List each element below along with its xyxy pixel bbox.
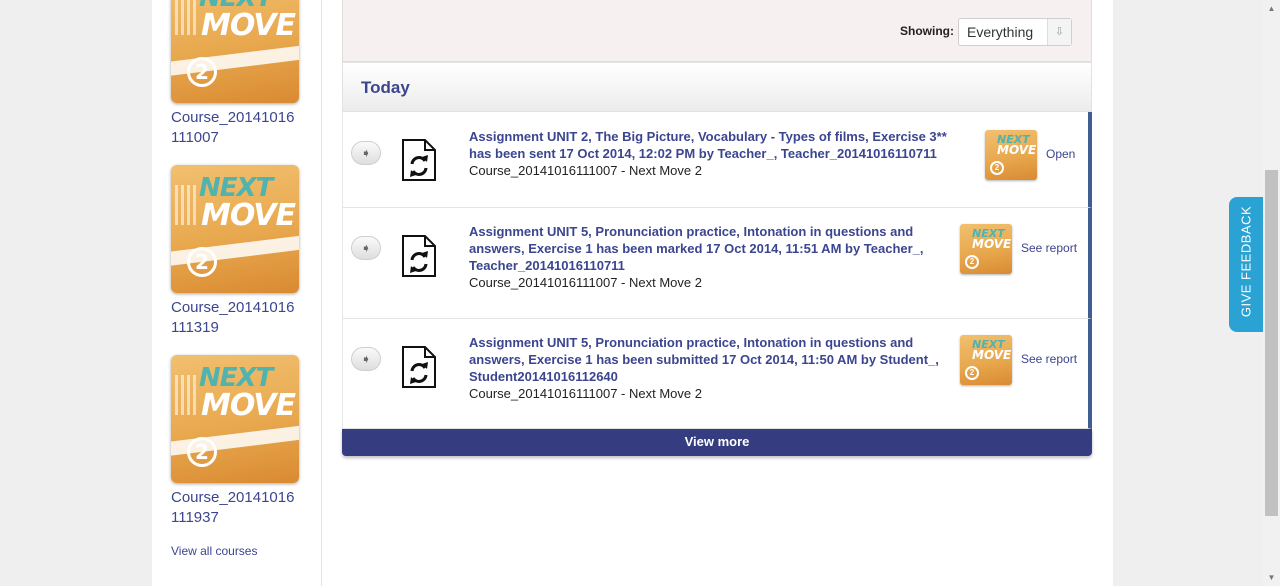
course-name-link[interactable]: Course_20141016 111007 xyxy=(171,108,311,148)
logo-text-move: MOVE xyxy=(972,348,1012,362)
activity-item: ➧ Assignment UNIT 5, Pronunciation pract… xyxy=(342,319,1092,429)
scrollbar-thumb[interactable] xyxy=(1265,170,1278,516)
course-card[interactable]: NEXT MOVE 2 Course_20141016 111319 xyxy=(171,165,311,338)
course-thumbnail[interactable]: NEXT MOVE 2 xyxy=(171,0,299,103)
activity-text: Assignment UNIT 5, Pronunciation practic… xyxy=(469,223,939,291)
activity-title-link[interactable]: Assignment UNIT 2, The Big Picture, Voca… xyxy=(469,128,969,162)
logo-number: 2 xyxy=(187,247,217,277)
course-thumbnail[interactable]: NEXT MOVE 2 xyxy=(171,165,299,293)
see-report-link[interactable]: See report xyxy=(1021,352,1077,366)
expand-arrow-button[interactable]: ➧ xyxy=(351,236,381,260)
showing-select-value: Everything xyxy=(967,24,1034,40)
logo-text-move: MOVE xyxy=(201,388,296,423)
activity-text: Assignment UNIT 5, Pronunciation practic… xyxy=(469,334,944,402)
view-all-courses-link[interactable]: View all courses xyxy=(171,544,257,558)
open-link[interactable]: Open xyxy=(1046,147,1075,161)
course-card[interactable]: NEXT MOVE 2 Course_20141016 111937 xyxy=(171,355,311,528)
course-mini-logo: NEXT MOVE 2 xyxy=(960,224,1012,274)
course-name-link[interactable]: Course_20141016 111319 xyxy=(171,298,311,338)
logo-text-move: MOVE xyxy=(201,8,296,43)
activity-panel: Showing: Everything ⇩ Today ➧ Assignment… xyxy=(342,0,1092,456)
scroll-up-arrow-icon[interactable]: ▲ xyxy=(1263,0,1280,17)
course-card[interactable]: NEXT MOVE 2 Course_20141016 111007 xyxy=(171,0,311,148)
showing-select[interactable]: Everything ⇩ xyxy=(958,18,1072,46)
logo-number: 2 xyxy=(990,161,1004,175)
expand-arrow-button[interactable]: ➧ xyxy=(351,141,381,165)
activity-item: ➧ Assignment UNIT 2, The Big Picture, Vo… xyxy=(342,112,1092,208)
assignment-document-icon xyxy=(402,139,436,181)
filter-bar: Showing: Everything ⇩ xyxy=(342,0,1092,62)
logo-number: 2 xyxy=(187,437,217,467)
activity-course: Course_20141016111007 - Next Move 2 xyxy=(469,163,702,178)
activity-title-link[interactable]: Assignment UNIT 5, Pronunciation practic… xyxy=(469,223,939,274)
give-feedback-label: GIVE FEEDBACK xyxy=(1238,205,1254,318)
logo-text-move: MOVE xyxy=(201,198,296,233)
logo-text-move: MOVE xyxy=(997,143,1037,157)
assignment-document-icon xyxy=(402,346,436,388)
section-title: Today xyxy=(361,78,410,97)
expand-arrow-button[interactable]: ➧ xyxy=(351,347,381,371)
logo-number: 2 xyxy=(965,255,979,269)
vertical-scrollbar[interactable]: ▲ ▼ xyxy=(1263,0,1280,586)
assignment-document-icon xyxy=(402,235,436,277)
dropdown-arrow-icon[interactable]: ⇩ xyxy=(1047,19,1071,45)
course-thumbnail[interactable]: NEXT MOVE 2 xyxy=(171,355,299,483)
course-sidebar: NEXT MOVE 2 Course_20141016 111007 NEXT … xyxy=(152,0,322,586)
logo-number: 2 xyxy=(965,366,979,380)
scroll-down-arrow-icon[interactable]: ▼ xyxy=(1263,569,1280,586)
give-feedback-tab[interactable]: GIVE FEEDBACK xyxy=(1229,197,1263,332)
activity-course: Course_20141016111007 - Next Move 2 xyxy=(469,386,702,401)
activity-text: Assignment UNIT 2, The Big Picture, Voca… xyxy=(469,128,969,179)
activity-course: Course_20141016111007 - Next Move 2 xyxy=(469,275,702,290)
logo-text-move: MOVE xyxy=(972,237,1012,251)
see-report-link[interactable]: See report xyxy=(1021,241,1077,255)
showing-label: Showing: xyxy=(900,24,954,38)
course-mini-logo: NEXT MOVE 2 xyxy=(960,335,1012,385)
course-mini-logo: NEXT MOVE 2 xyxy=(985,130,1037,180)
course-name-link[interactable]: Course_20141016 111937 xyxy=(171,488,311,528)
activity-title-link[interactable]: Assignment UNIT 5, Pronunciation practic… xyxy=(469,334,944,385)
view-more-button[interactable]: View more xyxy=(342,429,1092,456)
activity-item: ➧ Assignment UNIT 5, Pronunciation pract… xyxy=(342,208,1092,319)
page-content: NEXT MOVE 2 Course_20141016 111007 NEXT … xyxy=(152,0,1113,586)
logo-stripes xyxy=(175,375,197,415)
section-header: Today xyxy=(342,62,1092,112)
logo-stripes xyxy=(175,185,197,225)
logo-number: 2 xyxy=(187,57,217,87)
logo-stripes xyxy=(175,0,197,35)
